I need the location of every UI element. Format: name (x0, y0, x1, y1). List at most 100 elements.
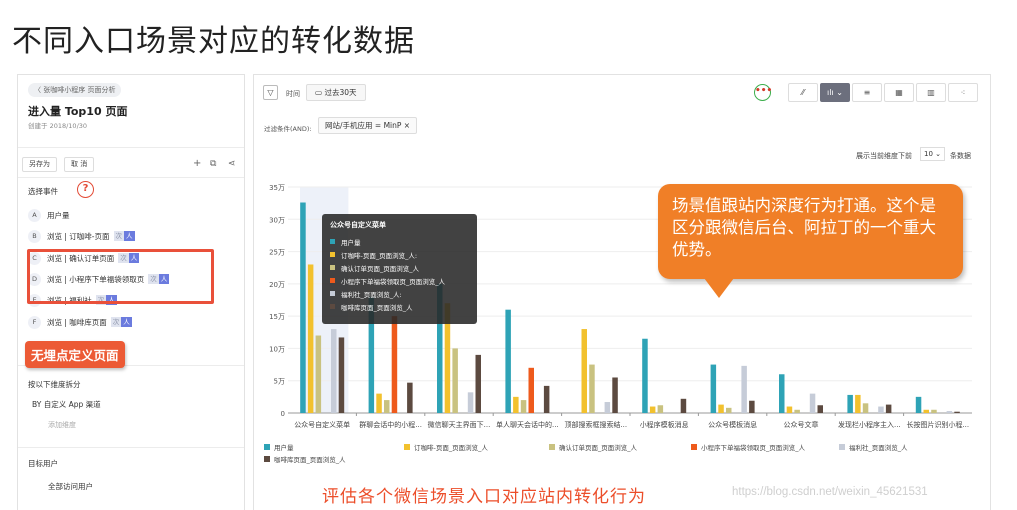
event-row-a[interactable]: A 用户量 (28, 208, 70, 222)
event-letter: A (28, 208, 41, 222)
event-label: 用户量 (47, 210, 70, 220)
bar (786, 406, 793, 413)
tooltip-label: 确认订单页面_页面浏览_人 (341, 264, 419, 273)
x-tick-label: 发现栏小程序主入... (838, 420, 901, 429)
x-tick-label: 小程序模板消息 (640, 420, 689, 429)
legend-label: 订咖啡-页面_页面浏览_人 (414, 444, 488, 452)
bar (315, 335, 322, 413)
share-icon[interactable]: ⋖ (228, 158, 236, 170)
bar (931, 409, 937, 413)
bar (452, 348, 458, 413)
x-tick-label: 公众号文章 (784, 420, 819, 429)
annotation-callout: 无埋点定义页面 (25, 341, 125, 368)
target-user-item[interactable]: 全部访问用户 (48, 481, 93, 492)
copy-icon[interactable]: ⧉ (210, 158, 216, 170)
legend-swatch-icon (404, 444, 410, 450)
legend-label: 小程序下单福袋领取页_页面浏览_人 (701, 444, 805, 452)
event-letter: B (28, 229, 41, 243)
x-tick-label: 群聊会话中的小程... (359, 420, 422, 429)
x-tick-label: 单人聊天会话中的... (496, 420, 559, 429)
add-dimension-link[interactable]: 添加维度 (48, 420, 76, 430)
event-label: 浏览 | 咖啡库页面 (47, 317, 107, 327)
user-tag[interactable]: 人 (121, 317, 132, 327)
tooltip-row: 咖啡库页面_页面浏览_人 (330, 300, 469, 313)
tooltip-label: 用户量 (341, 238, 361, 247)
legend-label: 用户量 (274, 444, 294, 452)
bar (589, 364, 595, 413)
save-as-button[interactable]: 另存为 (22, 157, 57, 172)
bar (513, 396, 519, 413)
legend-swatch-icon (264, 456, 270, 462)
bar (475, 354, 481, 413)
select-events-label: 选择事件 (28, 187, 58, 196)
bar (376, 393, 382, 413)
bar (718, 404, 724, 413)
tooltip-label: 小程序下单福袋领取页_页面浏览_人 (341, 277, 445, 286)
bar (505, 309, 511, 413)
bar (657, 405, 664, 413)
add-icon[interactable]: + (193, 158, 201, 170)
divider (18, 177, 244, 178)
divider (18, 447, 244, 448)
legend-label: 咖啡库页面_页面浏览_人 (274, 456, 346, 464)
bar (649, 406, 656, 413)
legend-swatch-icon (264, 444, 270, 450)
bar (467, 392, 474, 413)
y-tick-label: 25万 (269, 249, 285, 257)
back-link[interactable]: 〈 张咖啡小程序 页面分析 (28, 83, 122, 97)
callout-pointer (701, 274, 737, 298)
annotation-callout: 场景值跟站内深度行为打通。这个是区分跟微信后台、阿拉丁的一个重大优势。 (658, 184, 963, 279)
chart-panel: ▽ 时间 ▭ 过去30天 ••• ⁄⁄ ılı ⌄ ≡ ▦ ▥ ⁖ 过滤条件(A… (253, 74, 991, 510)
y-tick-label: 0 (281, 410, 285, 418)
tooltip-row: 小程序下单福袋领取页_页面浏览_人 (330, 274, 469, 287)
x-tick-label: 公众号模板消息 (708, 420, 757, 429)
tooltip-label: 福利社_页面浏览_人: (341, 290, 402, 299)
user-tag[interactable]: 人 (124, 231, 135, 241)
count-tag[interactable]: 次 (113, 231, 125, 241)
series-swatch-icon (330, 304, 335, 309)
tooltip-row: 用户量 (330, 235, 469, 248)
bar (878, 406, 884, 413)
legend-swatch-icon (549, 444, 555, 450)
x-tick-label: 微信聊天主界面下... (428, 420, 491, 429)
legend-swatch-icon (691, 444, 697, 450)
event-label: 浏览 | 订咖啡-页面 (47, 231, 110, 241)
bar (946, 411, 953, 413)
legend-label: 确认订单页面_页面浏览_人 (559, 444, 637, 452)
split-dimension-item[interactable]: BY 自定义 App 渠道 (32, 399, 101, 410)
legend-item[interactable]: 小程序下单福袋领取页_页面浏览_人 (691, 442, 805, 452)
divider (18, 147, 244, 148)
legend-label: 福利社_页面浏览_人 (849, 444, 908, 452)
count-tag[interactable]: 次 (110, 317, 122, 327)
bar (300, 202, 306, 413)
slide-title: 不同入口场景对应的转化数据 (12, 24, 415, 59)
split-dimension-label: 按以下维度拆分 (28, 380, 81, 389)
y-tick-label: 15万 (269, 313, 285, 321)
series-swatch-icon (330, 252, 335, 257)
bar (817, 405, 823, 413)
bar (954, 411, 960, 413)
tooltip-title: 公众号自定义菜单 (330, 221, 386, 229)
legend-item[interactable]: 订咖啡-页面_页面浏览_人 (404, 442, 488, 452)
event-row-f[interactable]: F 浏览 | 咖啡库页面 次 人 (28, 315, 132, 329)
legend-item[interactable]: 福利社_页面浏览_人 (839, 442, 908, 452)
created-date: 创建于 2018/10/30 (28, 122, 88, 130)
legend-item[interactable]: 用户量 (264, 442, 294, 452)
bar (847, 394, 853, 413)
bar (331, 329, 337, 413)
y-tick-label: 20万 (269, 281, 285, 289)
legend-item[interactable]: 咖啡库页面_页面浏览_人 (264, 454, 346, 464)
bar (642, 338, 648, 413)
watermark: https://blog.csdn.net/weixin_45621531 (732, 486, 928, 498)
bar (779, 374, 785, 413)
help-icon[interactable]: ? (77, 181, 94, 198)
page-heading: 进入量 Top10 页面 (28, 105, 128, 118)
series-swatch-icon (330, 278, 335, 283)
tooltip-row: 订咖啡-页面_页面浏览_人: (330, 248, 469, 261)
legend-item[interactable]: 确认订单页面_页面浏览_人 (549, 442, 637, 452)
event-row-b[interactable]: B 浏览 | 订咖啡-页面 次 人 (28, 229, 135, 243)
bar (612, 377, 618, 413)
chart-tooltip: 公众号自定义菜单 用户量 订咖啡-页面_页面浏览_人: 确认订单页面_页面浏览_人小… (322, 214, 477, 324)
cancel-button[interactable]: 取 消 (64, 157, 95, 172)
bar (391, 316, 398, 413)
